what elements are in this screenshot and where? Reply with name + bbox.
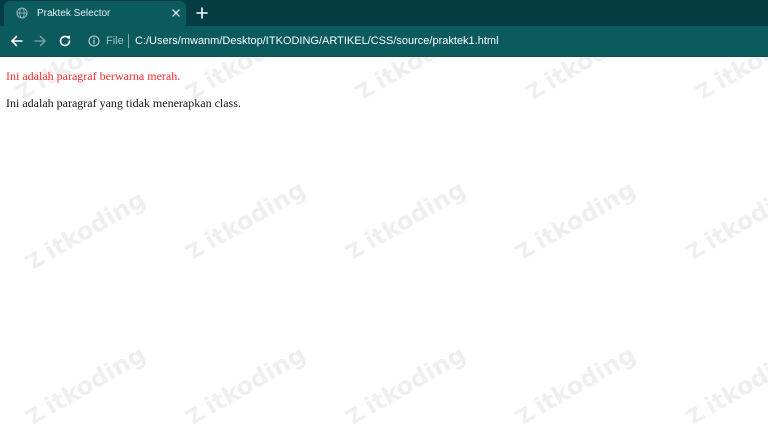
address-bar[interactable]: File C:/Users/mwanm/Desktop/ITKODING/ART… — [82, 29, 762, 53]
watermark-mark — [514, 406, 536, 424]
watermark-logo: itkoding — [184, 175, 310, 259]
watermark-mark — [344, 241, 366, 259]
tab-strip: Praktek Selector — [0, 0, 768, 26]
arrow-left-icon[interactable] — [9, 33, 25, 49]
close-icon[interactable] — [170, 7, 182, 19]
scheme-label: File — [106, 35, 124, 47]
watermark-logo: itkoding — [344, 340, 470, 424]
arrow-right-icon[interactable] — [32, 33, 48, 49]
paragraph-red: Ini adalah paragraf berwarna merah. — [6, 69, 181, 83]
watermark-logo: itkoding — [514, 175, 640, 259]
watermark-text: itkoding — [370, 57, 480, 95]
paragraph-plain: Ini adalah paragraf yang tidak menerapka… — [6, 96, 241, 110]
watermark-mark — [684, 406, 706, 424]
watermark-text: itkoding — [360, 340, 470, 420]
watermark-text: itkoding — [530, 175, 640, 255]
watermark-text: itkoding — [530, 340, 640, 420]
watermark-text: itkoding — [710, 57, 768, 95]
watermark-text: itkoding — [200, 340, 310, 420]
watermark-logo: itkoding — [694, 57, 768, 99]
watermark-logo: itkoding — [524, 57, 650, 99]
watermark-mark — [354, 81, 376, 99]
watermark-text: itkoding — [40, 340, 150, 420]
watermark-mark — [184, 241, 206, 259]
watermark-mark — [24, 406, 46, 424]
watermark-logo: itkoding — [354, 57, 480, 99]
watermark-mark — [514, 241, 536, 259]
watermark-text: itkoding — [540, 57, 650, 95]
watermark-layer: itkoding itkoding itkoding itkoding itkoding… — [14, 57, 768, 424]
chip-divider — [128, 34, 129, 48]
watermark-text: itkoding — [200, 57, 310, 95]
toolbar: File C:/Users/mwanm/Desktop/ITKODING/ART… — [0, 26, 768, 56]
watermark-mark — [184, 406, 206, 424]
watermark-mark — [694, 81, 716, 99]
watermark-logo: itkoding — [684, 340, 768, 424]
plus-icon[interactable] — [194, 5, 210, 21]
reload-icon[interactable] — [57, 33, 73, 49]
watermark-mark — [684, 241, 706, 259]
watermark-text: itkoding — [360, 175, 470, 255]
watermark-text: itkoding — [700, 175, 768, 255]
tab-title: Praktek Selector — [37, 8, 111, 19]
watermark-text: itkoding — [700, 340, 768, 420]
watermark-logo: itkoding — [344, 175, 470, 259]
watermark-logo: itkoding — [514, 340, 640, 424]
globe-icon — [16, 7, 28, 19]
browser-window: Praktek Selector File C:/Users/mwanm/Des… — [0, 0, 768, 432]
watermark-logo: itkoding — [184, 340, 310, 424]
info-icon[interactable] — [88, 35, 100, 47]
tab-praktek-selector[interactable]: Praktek Selector — [4, 1, 186, 26]
watermark-mark — [24, 251, 46, 269]
url-text[interactable]: C:/Users/mwanm/Desktop/ITKODING/ARTIKEL/… — [135, 34, 499, 48]
watermark-text: itkoding — [200, 175, 310, 255]
watermark-logo: itkoding — [24, 185, 150, 269]
page-content: itkoding itkoding itkoding itkoding itkoding… — [0, 57, 768, 432]
watermark-mark — [344, 406, 366, 424]
watermark-logo: itkoding — [24, 340, 150, 424]
watermark-logo: itkoding — [684, 175, 768, 259]
watermark-text: itkoding — [40, 185, 150, 265]
watermark-mark — [524, 81, 546, 99]
